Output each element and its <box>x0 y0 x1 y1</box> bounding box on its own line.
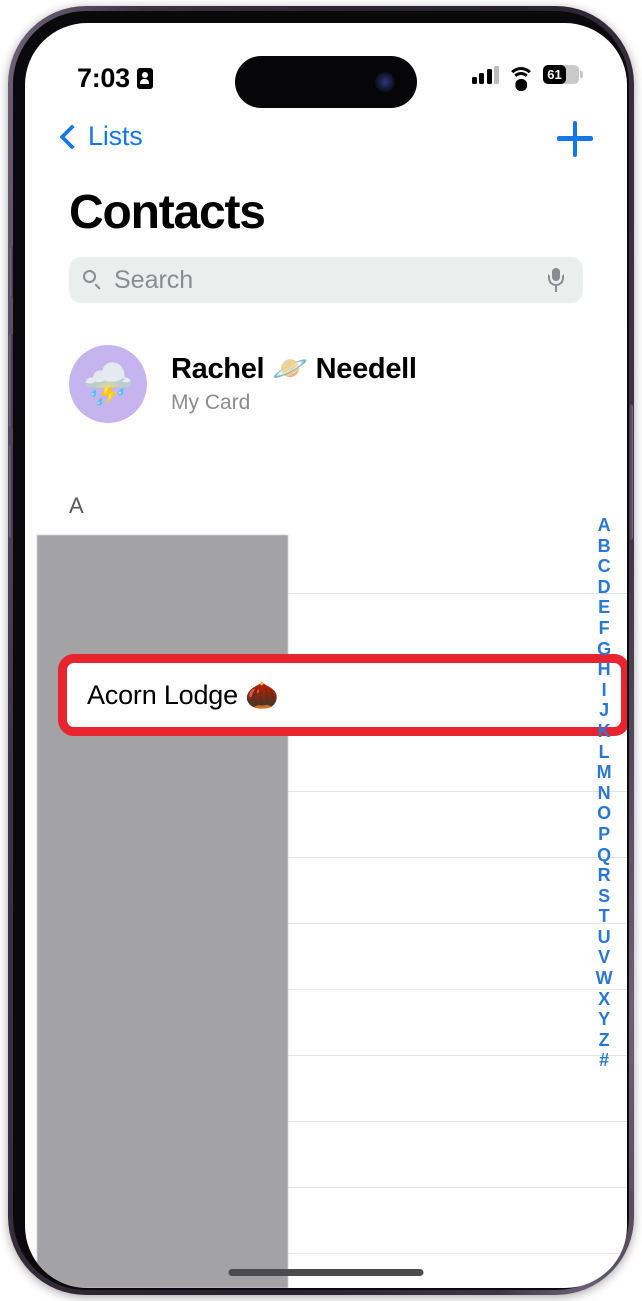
index-letter-y[interactable]: Y <box>598 1009 610 1030</box>
battery-icon: 61 <box>543 65 583 84</box>
index-letter-p[interactable]: P <box>598 824 610 845</box>
index-letter-o[interactable]: O <box>597 803 611 824</box>
back-button-lists[interactable]: Lists <box>59 121 143 152</box>
index-letter-n[interactable]: N <box>598 783 611 804</box>
my-card-subtitle: My Card <box>171 391 251 415</box>
table-row[interactable] <box>69 528 627 594</box>
table-row[interactable] <box>69 792 627 858</box>
index-letter-j[interactable]: J <box>599 700 609 721</box>
back-button-label: Lists <box>88 121 143 151</box>
front-camera-icon <box>375 72 395 92</box>
index-letter-a[interactable]: A <box>598 515 611 536</box>
contact-row-label: Acorn Lodge 🌰 <box>87 680 279 710</box>
status-left-group: 7:03 <box>77 63 153 94</box>
home-indicator[interactable] <box>228 1269 424 1276</box>
my-card-text-group: Rachel 🪐 Needell My Card <box>171 353 417 415</box>
index-letter-d[interactable]: D <box>598 577 611 598</box>
status-right-group: 61 <box>471 65 583 91</box>
battery-percent-label: 61 <box>547 67 562 82</box>
index-letter-k[interactable]: K <box>598 721 611 742</box>
contact-row-acorn-lodge[interactable]: Acorn Lodge 🌰 <box>58 654 627 736</box>
index-letter-hash[interactable]: # <box>599 1050 609 1071</box>
chevron-left-icon <box>59 123 85 150</box>
section-header: A <box>69 493 84 518</box>
index-letter-m[interactable]: M <box>597 762 612 783</box>
index-letter-t[interactable]: T <box>599 906 610 927</box>
cellular-bars-icon <box>471 65 499 84</box>
index-letter-w[interactable]: W <box>596 968 613 989</box>
avatar: ⛈️ <box>69 345 147 423</box>
search-icon <box>83 270 103 290</box>
table-row[interactable] <box>69 1122 627 1188</box>
table-row[interactable] <box>69 990 627 1056</box>
add-contact-button[interactable] <box>557 121 593 157</box>
index-letter-z[interactable]: Z <box>599 1030 610 1051</box>
index-letter-e[interactable]: E <box>598 597 610 618</box>
index-letter-x[interactable]: X <box>598 989 610 1010</box>
index-letter-f[interactable]: F <box>599 618 610 639</box>
table-row[interactable] <box>69 594 627 660</box>
status-time: 7:03 <box>77 63 130 93</box>
index-letter-s[interactable]: S <box>598 886 610 907</box>
index-letter-q[interactable]: Q <box>597 845 611 866</box>
navigation-bar: Lists <box>25 121 627 173</box>
phone-screen: 7:03 61 Lists Contacts Search ⛈️ Rachel … <box>25 23 627 1288</box>
index-letter-h[interactable]: H <box>598 659 611 680</box>
table-row[interactable] <box>69 1188 627 1254</box>
table-row[interactable] <box>69 924 627 990</box>
dynamic-island[interactable] <box>235 56 417 108</box>
contact-card-icon <box>136 68 153 89</box>
microphone-icon[interactable] <box>547 268 565 292</box>
wifi-icon <box>507 66 535 91</box>
index-letter-l[interactable]: L <box>599 742 610 763</box>
index-letter-c[interactable]: C <box>598 556 611 577</box>
contact-list <box>25 528 627 1273</box>
my-card-row[interactable]: ⛈️ Rachel 🪐 Needell My Card <box>69 341 583 427</box>
index-letter-u[interactable]: U <box>598 927 611 948</box>
index-letter-i[interactable]: I <box>602 680 607 701</box>
table-row[interactable] <box>69 1056 627 1122</box>
phone-frame: 7:03 61 Lists Contacts Search ⛈️ Rachel … <box>8 6 634 1295</box>
search-input[interactable] <box>112 264 496 296</box>
page-title: Contacts <box>69 186 266 239</box>
index-letter-b[interactable]: B <box>598 536 611 557</box>
search-bar[interactable] <box>69 257 583 303</box>
index-letter-g[interactable]: G <box>597 639 611 660</box>
index-letter-r[interactable]: R <box>598 865 611 886</box>
index-sidebar[interactable]: A B C D E F G H I J K L M N O P Q R S T U V W X Y Z # <box>591 515 617 1071</box>
table-row[interactable] <box>69 858 627 924</box>
phone-bezel: 7:03 61 Lists Contacts Search ⛈️ Rachel … <box>13 11 629 1290</box>
index-letter-v[interactable]: V <box>598 947 610 968</box>
my-card-name: Rachel 🪐 Needell <box>171 352 417 385</box>
